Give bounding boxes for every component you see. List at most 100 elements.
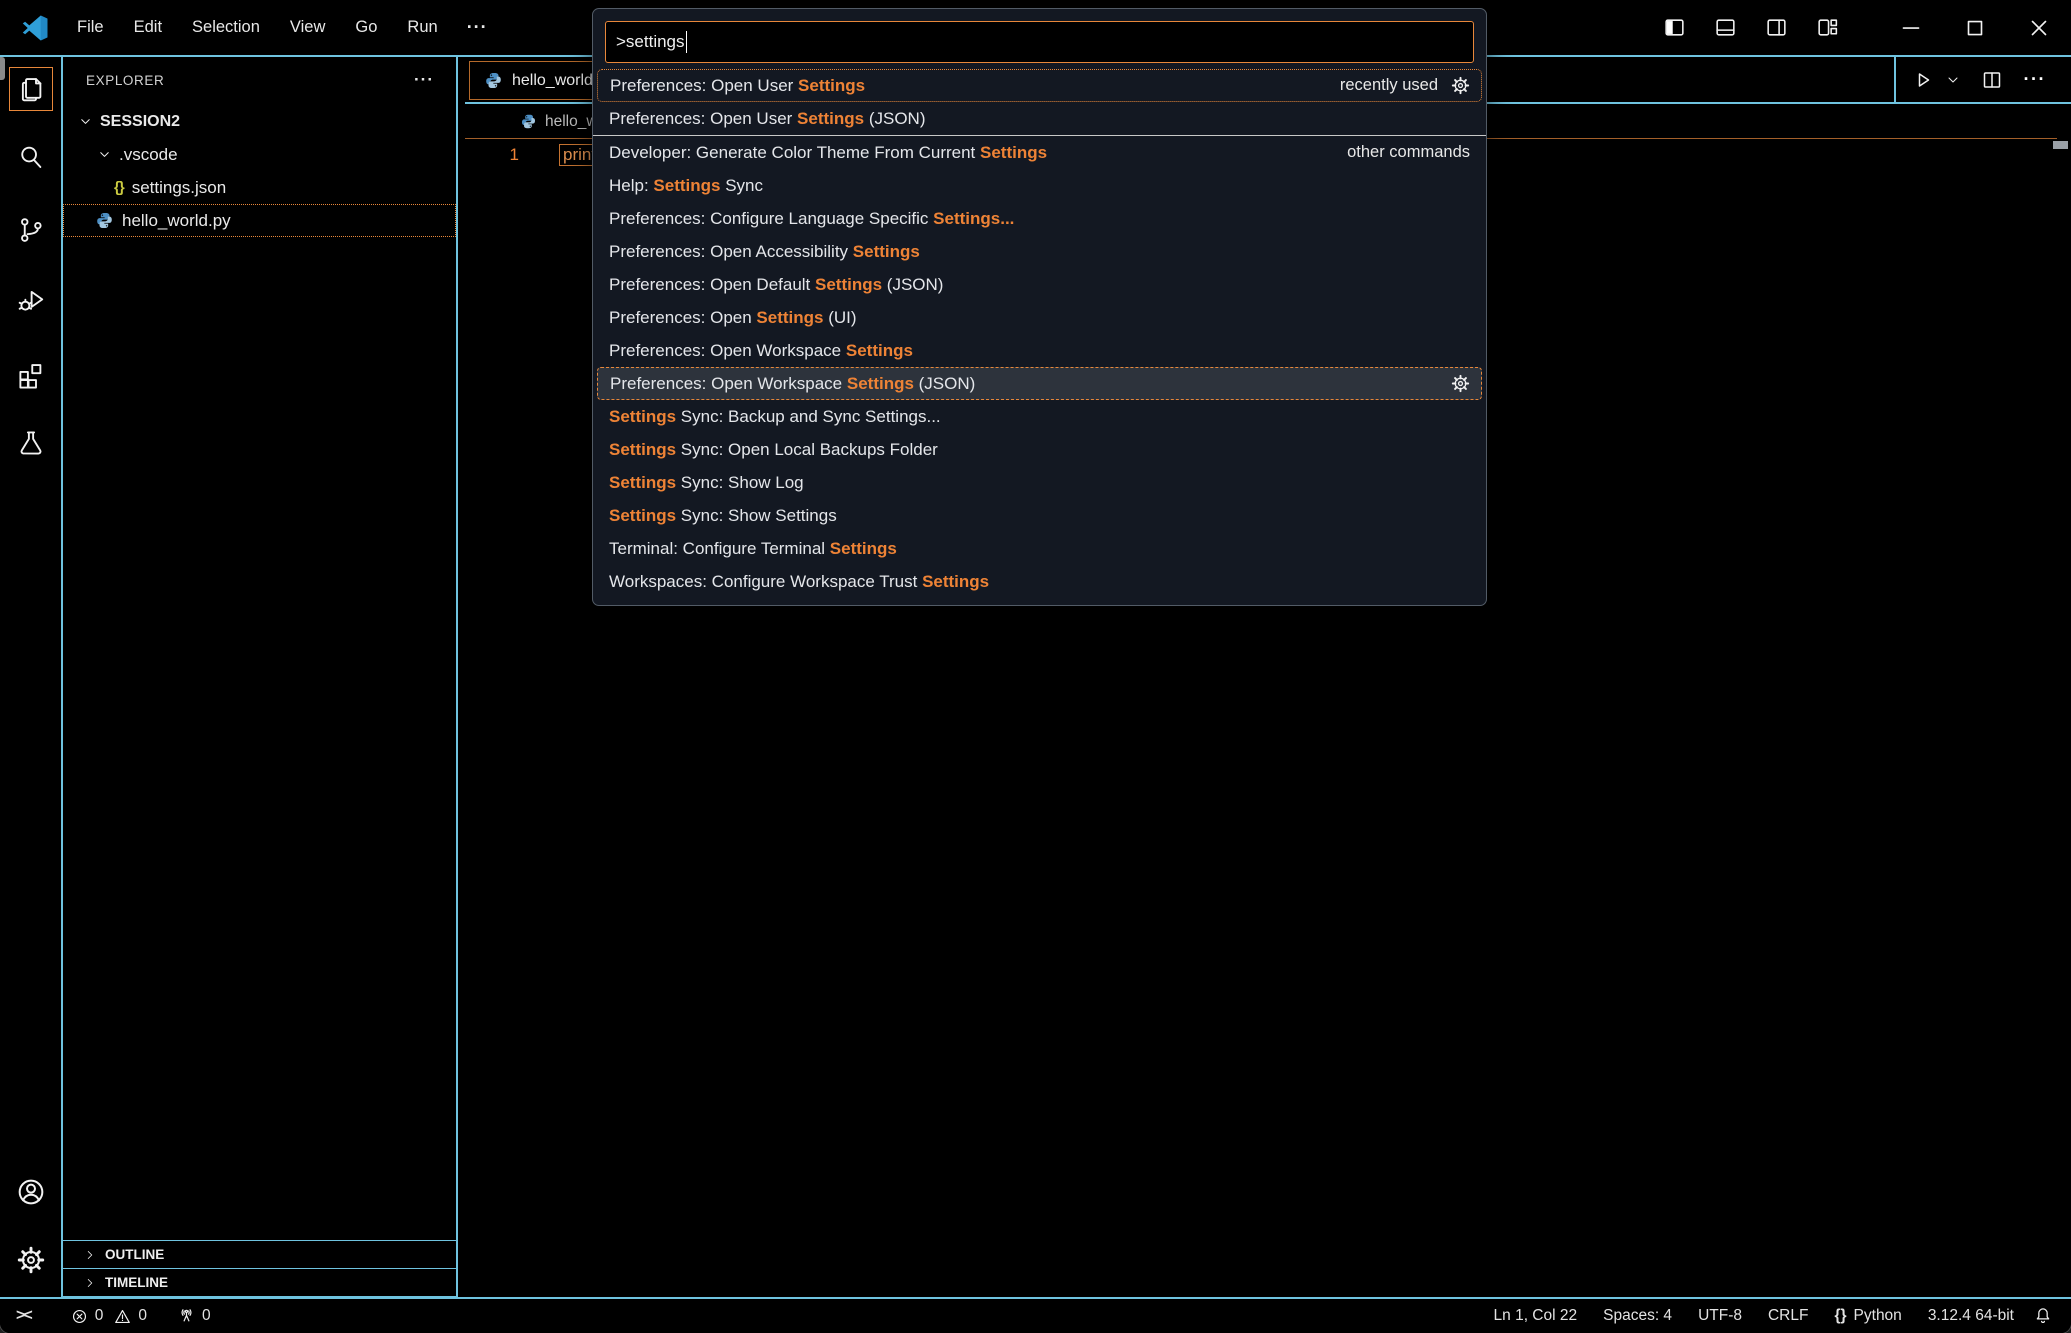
error-icon [70,1307,89,1326]
command-item-label: Terminal: Configure Terminal Settings [609,539,897,559]
command-item-6[interactable]: Preferences: Open Default Settings (JSON… [597,268,1482,301]
explorer-title: EXPLORER [86,73,164,88]
command-item-14[interactable]: Terminal: Configure Terminal Settings [597,532,1482,565]
remote-indicator[interactable]: >< [16,1307,31,1325]
testing-icon[interactable] [9,421,53,465]
python-icon [95,211,114,230]
command-item-3[interactable]: Help: Settings Sync [597,169,1482,202]
editor-actions: ··· [1894,57,2071,102]
eol-sequence[interactable]: CRLF [1768,1307,1808,1325]
vscode-logo-icon [22,15,48,41]
command-item-8[interactable]: Preferences: Open Workspace Settings [597,334,1482,367]
menu-overflow-button[interactable]: ··· [453,17,502,38]
language-mode[interactable]: {} Python [1834,1307,1901,1325]
command-palette: >settings Preferences: Open User Setting… [592,8,1487,606]
maximize-button[interactable] [1943,0,2007,55]
command-input-value: >settings [616,32,685,52]
command-item-label: Preferences: Open Accessibility Settings [609,242,920,262]
close-button[interactable] [2007,0,2071,55]
python-interpreter[interactable]: 3.12.4 64-bit [1928,1307,2014,1325]
run-debug-icon[interactable] [9,278,53,322]
group-label: recently used [1340,76,1438,95]
problems-indicator[interactable]: 0 0 [70,1307,147,1326]
activity-bar-grip [0,57,5,80]
editor-scrollbar[interactable] [2053,141,2068,149]
minimize-button[interactable] [1879,0,1943,55]
text-caret [686,31,688,53]
toggle-panel-icon[interactable] [1700,15,1751,40]
tree-item-label: settings.json [132,178,227,198]
command-item-10[interactable]: Settings Sync: Backup and Sync Settings.… [597,400,1482,433]
command-item-label: Preferences: Open Workspace Settings [609,341,913,361]
source-control-icon[interactable] [9,208,53,252]
extensions-icon[interactable] [9,353,53,397]
menu-item-go[interactable]: Go [340,12,392,43]
warning-count: 0 [138,1307,147,1325]
chevron-down-icon [78,114,93,129]
tree-item-hello-world-py[interactable]: hello_world.py [63,204,456,237]
command-item-2[interactable]: Developer: Generate Color Theme From Cur… [597,136,1482,169]
timeline-section[interactable]: TIMELINE [63,1268,456,1296]
command-item-15[interactable]: Workspaces: Configure Workspace Trust Se… [597,565,1482,598]
command-item-5[interactable]: Preferences: Open Accessibility Settings [597,235,1482,268]
json-icon: {} [114,179,124,196]
command-input[interactable]: >settings [605,21,1474,63]
vscode-window: FileEditSelectionViewGoRun ··· [0,0,2071,1333]
gear-icon[interactable] [1450,373,1471,394]
command-item-label: Settings Sync: Backup and Sync Settings.… [609,407,941,427]
command-list: Preferences: Open User Settings recently … [593,69,1486,598]
group-label: other commands [1347,143,1470,162]
more-actions-icon[interactable]: ··· [2014,69,2056,90]
customize-layout-icon[interactable] [1802,15,1853,40]
command-item-11[interactable]: Settings Sync: Open Local Backups Folder [597,433,1482,466]
menu-item-run[interactable]: Run [392,12,452,43]
split-editor-icon[interactable] [1980,68,2004,92]
explorer-more-icon[interactable]: ··· [414,70,434,90]
error-count: 0 [95,1307,104,1325]
command-item-label: Preferences: Open User Settings (JSON) [609,109,925,129]
encoding[interactable]: UTF-8 [1698,1307,1742,1325]
explorer-sidebar: EXPLORER ··· SESSION2 .vscode {} setting… [63,57,458,1297]
command-item-1[interactable]: Preferences: Open User Settings (JSON) [597,102,1482,135]
run-button[interactable] [1911,68,1935,92]
command-item-label: Help: Settings Sync [609,176,763,196]
tree-item-settings-json[interactable]: {} settings.json [63,171,456,204]
gear-icon[interactable] [1450,75,1471,96]
tree-item-label: SESSION2 [100,113,180,131]
python-icon [520,113,537,130]
menu-item-view[interactable]: View [275,12,340,43]
command-item-13[interactable]: Settings Sync: Show Settings [597,499,1482,532]
menu-item-selection[interactable]: Selection [177,12,275,43]
command-item-label: Preferences: Configure Language Specific… [609,209,1014,229]
explorer-icon[interactable] [9,67,53,111]
manage-gear-icon[interactable] [9,1238,53,1282]
search-icon[interactable] [9,135,53,179]
accounts-icon[interactable] [9,1170,53,1214]
section-label: OUTLINE [105,1247,164,1262]
cursor-position[interactable]: Ln 1, Col 22 [1494,1307,1578,1325]
ports-indicator[interactable]: 0 [177,1307,211,1326]
tree-item-session2[interactable]: SESSION2 [63,105,456,138]
tree-item-vscode-folder[interactable]: .vscode [63,138,456,171]
chevron-right-icon [83,1248,97,1262]
activity-bar [0,57,63,1297]
toggle-secondary-sidebar-icon[interactable] [1751,15,1802,40]
command-item-12[interactable]: Settings Sync: Show Log [597,466,1482,499]
section-label: TIMELINE [105,1275,168,1290]
command-item-4[interactable]: Preferences: Configure Language Specific… [597,202,1482,235]
window-controls [1649,0,2071,55]
command-item-7[interactable]: Preferences: Open Settings (UI) [597,301,1482,334]
menu-item-file[interactable]: File [62,12,119,43]
outline-section[interactable]: OUTLINE [63,1240,456,1268]
toggle-sidebar-icon[interactable] [1649,15,1700,40]
warning-icon [113,1307,132,1326]
line-number: 1 [465,145,519,165]
indentation[interactable]: Spaces: 4 [1603,1307,1672,1325]
notifications-bell-icon[interactable] [2033,1306,2053,1326]
run-dropdown-icon[interactable] [1945,72,1961,88]
command-item-9[interactable]: Preferences: Open Workspace Settings (JS… [597,367,1482,400]
ports-count: 0 [202,1307,211,1325]
command-item-label: Preferences: Open User Settings [610,76,865,96]
command-item-0[interactable]: Preferences: Open User Settings recently … [597,69,1482,102]
menu-item-edit[interactable]: Edit [119,12,177,43]
